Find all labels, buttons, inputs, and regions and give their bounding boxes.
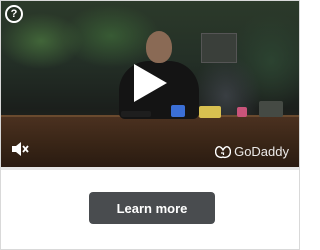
mute-toggle-button[interactable] (11, 140, 29, 158)
scene-bench (1, 117, 299, 167)
scene-box (201, 33, 237, 63)
scene-item (121, 111, 151, 117)
scene-item (171, 105, 185, 117)
learn-more-button[interactable]: Learn more (89, 192, 215, 224)
scene-item (237, 107, 247, 117)
scene-item (199, 106, 221, 118)
question-circle-icon[interactable]: ? (5, 5, 23, 23)
video-ad: ? GoDaddy Learn more (0, 0, 300, 250)
godaddy-logo-icon (215, 145, 232, 158)
muted-speaker-icon (12, 142, 29, 156)
scene-item (259, 101, 283, 117)
scene-person-head (146, 31, 172, 63)
video-progress-bar[interactable] (1, 167, 299, 170)
play-button[interactable] (132, 63, 168, 103)
brand-logo: GoDaddy (215, 144, 289, 159)
brand-name: GoDaddy (234, 144, 289, 159)
video-player[interactable]: ? GoDaddy (1, 1, 299, 167)
play-icon (134, 64, 167, 102)
